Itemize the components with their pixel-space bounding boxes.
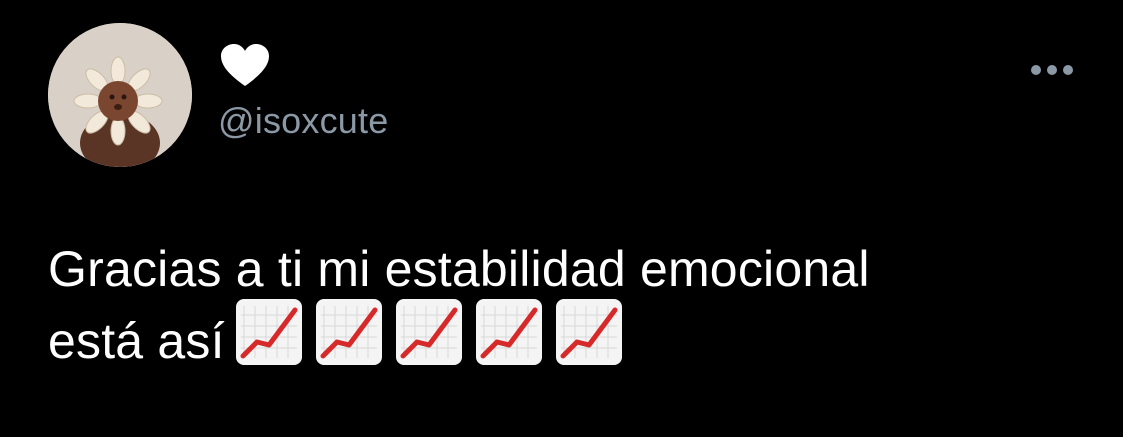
white-heart-icon <box>221 44 269 86</box>
display-name[interactable] <box>220 44 270 88</box>
tweet-text-line-1: Gracias a ti mi estabilidad emocional <box>48 241 870 297</box>
tweet: @isoxcute Gracias a ti mi estabilidad em… <box>0 0 1123 437</box>
avatar[interactable] <box>48 23 192 167</box>
tweet-text: Gracias a ti mi estabilidad emocional es… <box>48 240 1088 370</box>
emoji-row <box>235 298 623 366</box>
chart-increasing-icon <box>235 299 302 365</box>
more-options-button[interactable] <box>1024 56 1080 84</box>
chart-increasing-icon <box>315 299 382 365</box>
more-horizontal-icon <box>1031 65 1073 75</box>
chart-increasing-icon <box>395 299 462 365</box>
avatar-image <box>48 23 192 167</box>
tweet-text-line-2-text: está así <box>48 313 225 369</box>
tweet-text-line-2: está así <box>48 298 1088 370</box>
user-handle[interactable]: @isoxcute <box>218 99 388 143</box>
chart-increasing-icon <box>555 299 622 365</box>
chart-increasing-icon <box>475 299 542 365</box>
